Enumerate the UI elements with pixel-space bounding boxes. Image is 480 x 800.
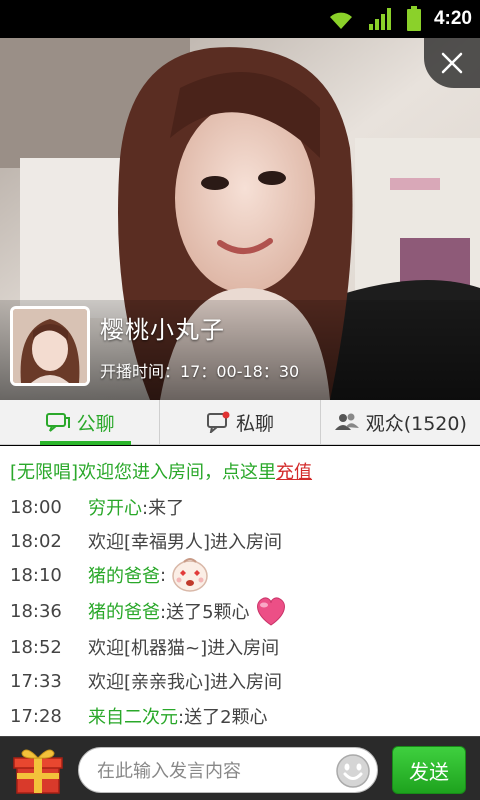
avatar-photo xyxy=(13,309,87,383)
system-notice: [无限唱]欢迎您进入房间，点这里充值 xyxy=(10,458,312,484)
baby-face-emoji xyxy=(172,558,208,592)
gift-icon xyxy=(13,749,63,794)
message-user[interactable]: 穷开心 xyxy=(88,494,142,520)
tab-audience[interactable]: 观众(1520) xyxy=(319,400,480,444)
private-chat-icon xyxy=(206,411,230,433)
message-text: :送了2颗心 xyxy=(178,707,268,728)
close-icon xyxy=(441,52,463,74)
message-text: :来了 xyxy=(142,498,185,519)
system-notice-text: [无限唱]欢迎您进入房间，点这里 xyxy=(10,462,277,483)
message-time: 17:28 xyxy=(10,705,62,727)
status-icons: 4:20 xyxy=(326,0,472,38)
message-text: : xyxy=(160,564,167,586)
message-user[interactable]: 来自二次元 xyxy=(88,703,178,729)
audience-icon xyxy=(334,413,359,430)
message-time: 17:33 xyxy=(10,670,62,692)
message-input-box[interactable] xyxy=(78,747,378,793)
chat-message: 18:52 欢迎[机器猫~]进入房间 xyxy=(10,632,279,662)
message-time: 18:02 xyxy=(10,530,62,552)
chat-message: 18:36 猪的爸爸 :送了5颗心 xyxy=(10,596,289,626)
tab-public-chat[interactable]: 公聊 xyxy=(0,400,159,445)
send-button[interactable]: 发送 xyxy=(392,746,466,794)
battery-icon xyxy=(406,6,421,31)
wifi-icon xyxy=(329,12,352,29)
chat-message: 18:02 欢迎[幸福男人]进入房间 xyxy=(10,526,282,556)
message-text: 欢迎[亲亲我心]进入房间 xyxy=(88,672,283,693)
message-user[interactable]: 猪的爸爸 xyxy=(88,598,160,624)
chat-tabs: 公聊 私聊 观众(1520) xyxy=(0,400,480,445)
message-time: 18:10 xyxy=(10,564,62,586)
tab-audience-label: 观众(1520) xyxy=(365,412,467,435)
message-time: 18:36 xyxy=(10,600,62,622)
chat-message: 17:33 欢迎[亲亲我心]进入房间 xyxy=(10,666,282,696)
message-text: :送了5颗心 xyxy=(160,602,250,623)
status-time: 4:20 xyxy=(433,8,472,29)
broadcast-schedule: 开播时间：17：00-18：30 xyxy=(100,362,300,381)
message-user[interactable]: 猪的爸爸 xyxy=(88,562,160,588)
signal-icon xyxy=(368,8,391,30)
message-composer: 发送 xyxy=(0,736,480,800)
chat-message: 18:00 穷开心 :来了 xyxy=(10,492,184,522)
recharge-link[interactable]: 充值 xyxy=(276,462,312,483)
chat-log[interactable]: [无限唱]欢迎您进入房间，点这里充值 18:00 穷开心 :来了 18:02 欢… xyxy=(0,446,480,736)
message-time: 18:52 xyxy=(10,636,62,658)
anchor-name: 樱桃小丸子 xyxy=(100,316,225,344)
chat-message: 18:10 猪的爸爸 : xyxy=(10,558,210,592)
message-text: 欢迎[幸福男人]进入房间 xyxy=(88,532,283,553)
message-time: 18:00 xyxy=(10,496,62,518)
tab-private-chat[interactable]: 私聊 xyxy=(159,400,319,444)
live-video-area[interactable]: 樱桃小丸子 开播时间：17：00-18：30 xyxy=(0,38,480,400)
anchor-avatar[interactable] xyxy=(10,306,90,386)
heart-icon xyxy=(256,597,285,626)
status-bar: 4:20 xyxy=(0,0,480,38)
chat-bubble-icon xyxy=(45,413,70,432)
tab-public-chat-label: 公聊 xyxy=(76,412,115,435)
smiley-icon[interactable] xyxy=(335,753,371,789)
tab-private-chat-label: 私聊 xyxy=(235,412,274,435)
gift-button[interactable] xyxy=(12,745,64,795)
chat-message: 17:28 来自二次元 :送了2颗心 xyxy=(10,701,268,731)
message-input[interactable] xyxy=(97,756,327,786)
message-text: 欢迎[机器猫~]进入房间 xyxy=(88,638,280,659)
